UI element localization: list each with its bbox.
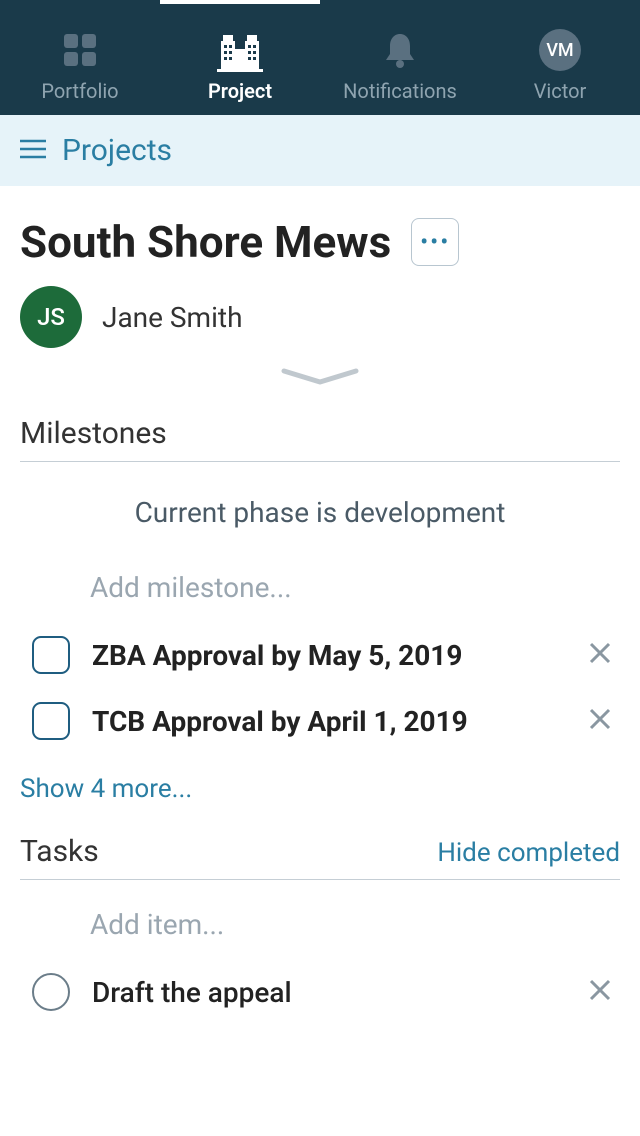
milestone-row: ZBA Approval by May 5, 2019 bbox=[20, 622, 620, 688]
milestone-label[interactable]: ZBA Approval by May 5, 2019 bbox=[92, 639, 558, 672]
close-icon bbox=[588, 707, 612, 731]
ellipsis-icon: ••• bbox=[420, 228, 450, 256]
close-icon bbox=[588, 641, 612, 665]
nav-project[interactable]: Project bbox=[160, 0, 320, 115]
remove-milestone-button[interactable] bbox=[580, 641, 620, 669]
remove-task-button[interactable] bbox=[580, 978, 620, 1006]
owner-avatar[interactable]: JS bbox=[20, 286, 82, 348]
owner-row: JS Jane Smith bbox=[20, 286, 620, 348]
nav-label: Project bbox=[208, 79, 272, 103]
nav-label: Notifications bbox=[343, 79, 457, 103]
nav-label: Portfolio bbox=[41, 79, 118, 103]
hide-completed-toggle[interactable]: Hide completed bbox=[437, 838, 620, 868]
grid-icon bbox=[60, 25, 100, 75]
milestone-row: TCB Approval by April 1, 2019 bbox=[20, 688, 620, 754]
tasks-heading: Tasks bbox=[20, 834, 99, 869]
owner-name: Jane Smith bbox=[102, 301, 243, 334]
close-icon bbox=[588, 978, 612, 1002]
avatar: VM bbox=[539, 29, 581, 71]
chevron-down-icon bbox=[280, 368, 360, 386]
breadcrumb-projects[interactable]: Projects bbox=[62, 133, 172, 168]
expand-toggle[interactable] bbox=[20, 368, 620, 386]
task-radio[interactable] bbox=[32, 973, 70, 1011]
task-row: Draft the appeal bbox=[20, 959, 620, 1025]
milestones-heading: Milestones bbox=[20, 416, 167, 451]
page-header: South Shore Mews ••• JS Jane Smith bbox=[0, 186, 640, 416]
user-avatar-icon: VM bbox=[539, 25, 581, 75]
nav-label: Victor bbox=[534, 79, 587, 103]
top-navigation: Portfolio Project Notifications bbox=[0, 0, 640, 115]
nav-user[interactable]: VM Victor bbox=[480, 0, 640, 115]
nav-portfolio[interactable]: Portfolio bbox=[0, 0, 160, 115]
breadcrumb-bar: Projects bbox=[0, 115, 640, 186]
phase-banner: Current phase is development bbox=[20, 462, 620, 553]
milestone-checkbox[interactable] bbox=[32, 636, 70, 674]
milestones-section: Milestones Current phase is development … bbox=[0, 416, 640, 834]
add-milestone-input[interactable]: Add milestone... bbox=[20, 553, 620, 622]
tasks-section: Tasks Hide completed Add item... Draft t… bbox=[0, 834, 640, 1025]
bell-icon bbox=[382, 25, 418, 75]
page-title: South Shore Mews bbox=[20, 216, 391, 268]
hamburger-icon[interactable] bbox=[20, 138, 46, 164]
add-task-input[interactable]: Add item... bbox=[20, 880, 620, 959]
buildings-icon bbox=[215, 25, 265, 75]
show-more-milestones[interactable]: Show 4 more... bbox=[20, 754, 620, 834]
milestone-checkbox[interactable] bbox=[32, 702, 70, 740]
nav-notifications[interactable]: Notifications bbox=[320, 0, 480, 115]
milestone-label[interactable]: TCB Approval by April 1, 2019 bbox=[92, 705, 558, 738]
more-options-button[interactable]: ••• bbox=[411, 218, 459, 266]
task-label[interactable]: Draft the appeal bbox=[92, 976, 558, 1009]
remove-milestone-button[interactable] bbox=[580, 707, 620, 735]
